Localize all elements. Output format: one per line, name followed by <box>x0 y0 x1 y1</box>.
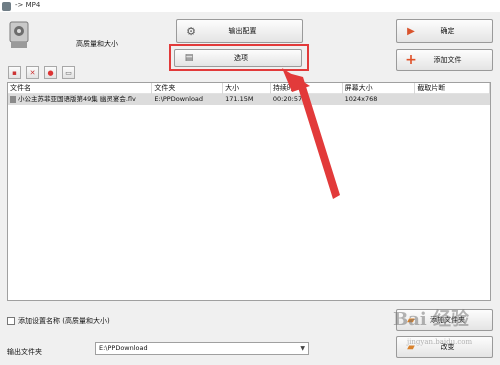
output-config-button[interactable]: ⚙ 输出配置 <box>176 19 303 43</box>
play-icon: ● <box>47 68 54 77</box>
output-folder-value: E:\PPDownload <box>99 344 148 352</box>
app-icon <box>2 2 11 11</box>
column-header-duration[interactable]: 持续时间 <box>271 83 343 94</box>
delete-icon: ✕ <box>29 68 36 77</box>
plus-icon: + <box>405 52 417 68</box>
add-setting-label: 添加设置名称 (高质量和大小) <box>18 317 110 325</box>
settings-box-icon: ▭ <box>65 68 72 77</box>
delete-button[interactable]: ✕ <box>26 66 39 79</box>
cell-duration: 00:20:57 <box>272 95 303 103</box>
file-list-header: 文件名 文件夹 大小 持续时间 屏幕大小 截取片断 <box>8 83 490 94</box>
add-file-label: 添加文件 <box>433 56 462 64</box>
cell-folder: E:\PPDownload <box>154 95 204 103</box>
settings-box-button[interactable]: ▭ <box>62 66 75 79</box>
add-setting-row[interactable]: 添加设置名称 (高质量和大小) <box>7 316 110 326</box>
ok-icon: ▶ <box>407 25 415 37</box>
cell-filename-text: 小公主苏菲亚国语版第49集 幽灵宴会.flv <box>18 95 136 103</box>
video-format-icon <box>9 21 29 48</box>
window-title: -> MP4 <box>15 1 41 9</box>
gear-icon: ⚙ <box>186 24 196 38</box>
column-header-filename[interactable]: 文件名 <box>8 83 153 94</box>
ok-label: 确定 <box>440 27 455 35</box>
table-row[interactable]: 小公主苏菲亚国语版第49集 幽灵宴会.flv E:\PPDownload 171… <box>8 94 490 105</box>
output-folder-select[interactable]: E:\PPDownload ▼ <box>95 342 309 355</box>
add-file-small-icon: ▪ <box>12 68 17 77</box>
format-quality-label: 高质量和大小 <box>76 40 118 48</box>
file-list[interactable]: 文件名 文件夹 大小 持续时间 屏幕大小 截取片断 小公主苏菲亚国语版第49集 … <box>7 82 491 301</box>
change-label: 改变 <box>440 343 455 351</box>
column-header-folder[interactable]: 文件夹 <box>152 83 224 94</box>
change-button[interactable]: ▰ 改变 <box>396 336 493 358</box>
column-header-clip[interactable]: 截取片断 <box>415 83 490 94</box>
add-file-small-button[interactable]: ▪ <box>8 66 21 79</box>
cell-filename: 小公主苏菲亚国语版第49集 幽灵宴会.flv <box>8 94 152 105</box>
play-button[interactable]: ● <box>44 66 57 79</box>
cell-screen-size: 1024x768 <box>344 95 378 103</box>
options-highlight-box <box>169 44 309 71</box>
ok-button[interactable]: ▶ 确定 <box>396 19 493 43</box>
output-config-label: 输出配置 <box>228 27 257 35</box>
file-icon <box>10 95 16 103</box>
output-folder-label: 输出文件夹 <box>7 348 42 356</box>
add-folder-label: 添加文件夹 <box>430 316 465 324</box>
add-folder-button[interactable]: ▰ 添加文件夹 <box>396 309 493 331</box>
folder-plus-icon: ▰ <box>407 314 415 326</box>
column-header-size[interactable]: 大小 <box>223 83 271 94</box>
add-file-button[interactable]: + 添加文件 <box>396 49 493 71</box>
folder-icon: ▰ <box>407 341 415 353</box>
chevron-down-icon[interactable]: ▼ <box>300 343 305 354</box>
cell-clip <box>415 94 490 105</box>
add-setting-checkbox[interactable] <box>7 317 15 325</box>
column-header-screen-size[interactable]: 屏幕大小 <box>343 83 416 94</box>
cell-size: 171.15M <box>225 95 254 103</box>
title-bar: -> MP4 <box>0 0 500 12</box>
